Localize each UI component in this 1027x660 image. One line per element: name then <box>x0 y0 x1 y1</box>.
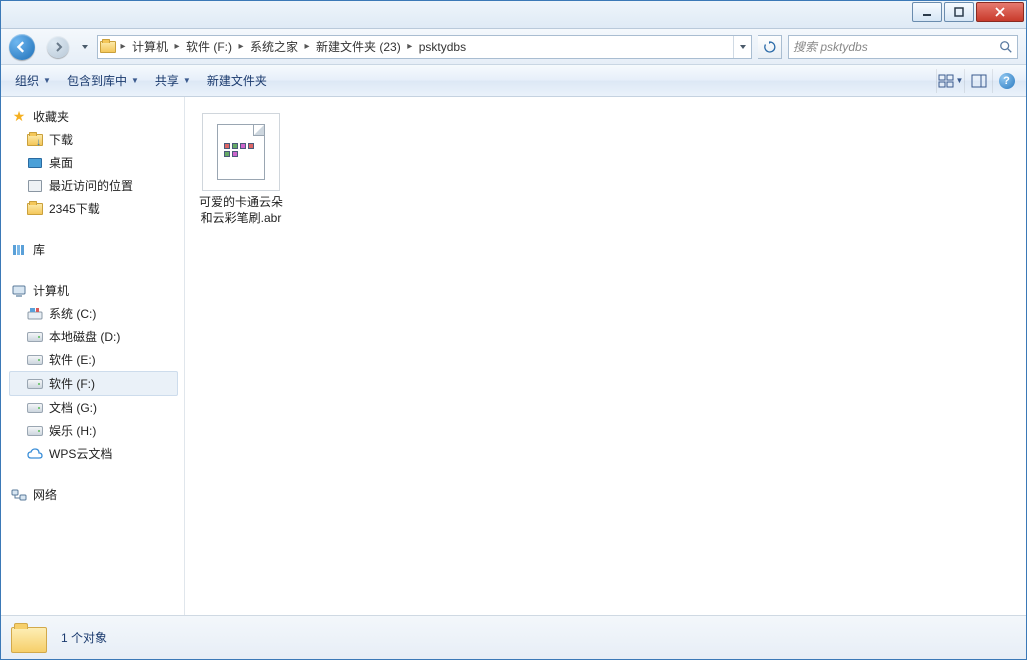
sidebar-item-label: 系统 (C:) <box>49 305 96 322</box>
sidebar-item-label: 娱乐 (H:) <box>49 422 96 439</box>
drive-icon <box>27 306 43 322</box>
chevron-right-icon[interactable]: ▸ <box>405 41 415 52</box>
sidebar-item-downloads[interactable]: ↓ 下载 <box>9 128 184 151</box>
address-dropdown[interactable] <box>733 36 751 58</box>
sidebar-item-label: 软件 (E:) <box>49 351 96 368</box>
breadcrumb-item[interactable]: 软件 (F:) <box>182 38 236 55</box>
chevron-right-icon[interactable]: ▸ <box>302 41 312 52</box>
computer-label: 计算机 <box>33 282 69 299</box>
folder-icon <box>11 623 47 653</box>
favorites-group: ★ 收藏夹 ↓ 下载 桌面 最近访问的位置 2345下载 <box>9 105 184 220</box>
sidebar-item-label: 最近访问的位置 <box>49 177 133 194</box>
file-list[interactable]: 可爱的卡通云朵和云彩笔刷.abr <box>185 97 1026 615</box>
file-item[interactable]: 可爱的卡通云朵和云彩笔刷.abr <box>193 109 289 230</box>
sidebar-item-recent[interactable]: 最近访问的位置 <box>9 174 184 197</box>
search-icon <box>999 40 1013 54</box>
help-button[interactable]: ? <box>992 69 1020 93</box>
view-options-button[interactable]: ▼ <box>936 69 964 93</box>
downloads-icon: ↓ <box>27 132 43 148</box>
sidebar-item-label: 软件 (F:) <box>49 375 95 392</box>
sidebar-item-label: 桌面 <box>49 154 73 171</box>
computer-icon <box>11 283 27 299</box>
network-label: 网络 <box>33 486 57 503</box>
folder-icon <box>98 41 118 53</box>
preview-pane-button[interactable] <box>964 69 992 93</box>
network-icon <box>11 487 27 503</box>
window-controls <box>912 1 1026 22</box>
close-button[interactable] <box>976 2 1024 22</box>
computer-group: 计算机 系统 (C:) 本地磁盘 (D:) 软件 (E:) 软件 (F:) <box>9 279 184 465</box>
sidebar-item-label: 下载 <box>49 131 73 148</box>
folder-icon <box>27 201 43 217</box>
sidebar-item-desktop[interactable]: 桌面 <box>9 151 184 174</box>
sidebar-item-2345[interactable]: 2345下载 <box>9 197 184 220</box>
drive-icon <box>27 329 43 345</box>
chevron-right-icon[interactable]: ▸ <box>118 41 128 52</box>
minimize-button[interactable] <box>912 2 942 22</box>
search-placeholder: 搜索 psktydbs <box>793 38 999 55</box>
navbar: ▸ 计算机 ▸ 软件 (F:) ▸ 系统之家 ▸ 新建文件夹 (23) ▸ ps… <box>1 29 1026 65</box>
libraries-header[interactable]: 库 <box>9 238 184 261</box>
titlebar <box>1 1 1026 29</box>
status-bar: 1 个对象 <box>1 615 1026 659</box>
sidebar-item-label: 2345下载 <box>49 200 100 217</box>
explorer-window: ▸ 计算机 ▸ 软件 (F:) ▸ 系统之家 ▸ 新建文件夹 (23) ▸ ps… <box>0 0 1027 660</box>
sidebar-item-label: WPS云文档 <box>49 445 112 462</box>
new-folder-button[interactable]: 新建文件夹 <box>199 68 275 93</box>
sidebar-item-wps-cloud[interactable]: WPS云文档 <box>9 442 184 465</box>
file-thumbnail <box>202 113 280 191</box>
toolbar: 组织▼ 包含到库中▼ 共享▼ 新建文件夹 ▼ ? <box>1 65 1026 97</box>
nav-history-dropdown[interactable] <box>79 43 91 51</box>
breadcrumb-item[interactable]: 新建文件夹 (23) <box>312 38 405 55</box>
breadcrumb-item[interactable]: 计算机 <box>128 38 172 55</box>
chevron-right-icon[interactable]: ▸ <box>172 41 182 52</box>
cloud-icon <box>27 446 43 462</box>
refresh-button[interactable] <box>758 35 782 59</box>
favorites-label: 收藏夹 <box>33 108 69 125</box>
status-count: 1 个对象 <box>61 629 107 646</box>
sidebar-item-label: 本地磁盘 (D:) <box>49 328 120 345</box>
help-icon: ? <box>999 73 1015 89</box>
drive-icon <box>27 400 43 416</box>
nav-pane: ★ 收藏夹 ↓ 下载 桌面 最近访问的位置 2345下载 <box>1 97 185 615</box>
recent-icon <box>27 178 43 194</box>
chevron-right-icon[interactable]: ▸ <box>236 41 246 52</box>
computer-header[interactable]: 计算机 <box>9 279 184 302</box>
sidebar-item-drive-d[interactable]: 本地磁盘 (D:) <box>9 325 184 348</box>
back-button[interactable] <box>7 33 37 61</box>
sidebar-item-drive-e[interactable]: 软件 (E:) <box>9 348 184 371</box>
include-in-library-menu[interactable]: 包含到库中▼ <box>59 68 147 93</box>
sidebar-item-drive-c[interactable]: 系统 (C:) <box>9 302 184 325</box>
library-icon <box>11 242 27 258</box>
sidebar-item-drive-h[interactable]: 娱乐 (H:) <box>9 419 184 442</box>
search-input[interactable]: 搜索 psktydbs <box>788 35 1018 59</box>
forward-button[interactable] <box>43 33 73 61</box>
star-icon: ★ <box>11 109 27 125</box>
breadcrumb-item[interactable]: 系统之家 <box>246 38 302 55</box>
network-header[interactable]: 网络 <box>9 483 184 506</box>
sidebar-item-drive-f[interactable]: 软件 (F:) <box>9 371 178 396</box>
body: ★ 收藏夹 ↓ 下载 桌面 最近访问的位置 2345下载 <box>1 97 1026 615</box>
network-group: 网络 <box>9 483 184 506</box>
breadcrumb-item[interactable]: psktydbs <box>415 40 470 54</box>
file-name: 可爱的卡通云朵和云彩笔刷.abr <box>197 195 285 226</box>
drive-icon <box>27 376 43 392</box>
libraries-group: 库 <box>9 238 184 261</box>
desktop-icon <box>27 155 43 171</box>
address-bar[interactable]: ▸ 计算机 ▸ 软件 (F:) ▸ 系统之家 ▸ 新建文件夹 (23) ▸ ps… <box>97 35 752 59</box>
favorites-header[interactable]: ★ 收藏夹 <box>9 105 184 128</box>
libraries-label: 库 <box>33 241 45 258</box>
share-menu[interactable]: 共享▼ <box>147 68 199 93</box>
drive-icon <box>27 423 43 439</box>
maximize-button[interactable] <box>944 2 974 22</box>
sidebar-item-label: 文档 (G:) <box>49 399 97 416</box>
drive-icon <box>27 352 43 368</box>
organize-menu[interactable]: 组织▼ <box>7 68 59 93</box>
sidebar-item-drive-g[interactable]: 文档 (G:) <box>9 396 184 419</box>
